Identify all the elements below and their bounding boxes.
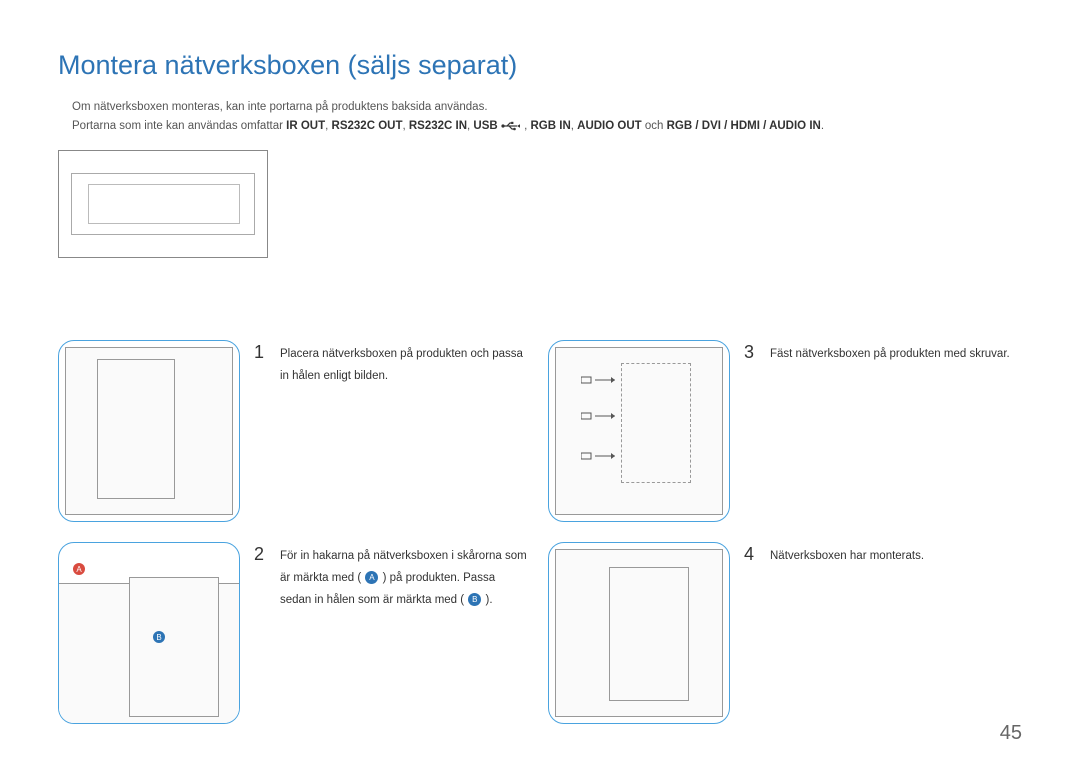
step-3-number: 3 — [744, 340, 760, 366]
note-line2: Portarna som inte kan användas omfattar … — [72, 118, 1022, 135]
step-4-number: 4 — [744, 542, 760, 568]
step-4-figure — [548, 542, 730, 724]
note-sep2: och — [645, 120, 667, 132]
badge-a-icon: A — [365, 571, 378, 584]
product-back-diagram — [58, 150, 268, 258]
port-irout: IR OUT — [286, 120, 325, 132]
screw-arrow-icon — [581, 375, 617, 385]
step-2: A B 2 För in hakarna på nätverksboxen i … — [58, 542, 528, 724]
port-rs232cout: RS232C OUT — [332, 120, 403, 132]
note-prefix: Portarna som inte kan användas omfattar — [72, 120, 286, 132]
note-line1: Om nätverksboxen monteras, kan inte port… — [72, 99, 1022, 116]
port-audioout: AUDIO OUT — [577, 120, 642, 132]
steps-grid: 1 Placera nätverksboxen på produkten och… — [58, 340, 1022, 724]
step-3: 3 Fäst nätverksboxen på produkten med sk… — [548, 340, 1018, 522]
step-1-figure — [58, 340, 240, 522]
usb-icon — [501, 121, 521, 131]
badge-b-icon: B — [468, 593, 481, 606]
screw-arrow-icon — [581, 411, 617, 421]
mark-a-icon: A — [73, 563, 85, 575]
note-suffix: . — [821, 120, 824, 132]
note-block: Om nätverksboxen monteras, kan inte port… — [58, 99, 1022, 136]
step-2-t3: ). — [486, 594, 493, 606]
step-2-number: 2 — [254, 542, 270, 612]
screw-arrow-icon — [581, 451, 617, 461]
step-1-number: 1 — [254, 340, 270, 388]
port-combo: RGB / DVI / HDMI / AUDIO IN — [667, 120, 821, 132]
port-usb: USB — [473, 120, 497, 132]
step-4-text: Nätverksboxen har monterats. — [770, 542, 924, 568]
port-rs232cin: RS232C IN — [409, 120, 467, 132]
step-1-text: Placera nätverksboxen på produkten och p… — [280, 340, 528, 388]
mark-b-icon: B — [153, 631, 165, 643]
port-rgbin: RGB IN — [531, 120, 571, 132]
step-2-figure: A B — [58, 542, 240, 724]
step-4: 4 Nätverksboxen har monterats. — [548, 542, 1018, 724]
step-2-text: För in hakarna på nätverksboxen i skåror… — [280, 542, 528, 612]
step-3-figure — [548, 340, 730, 522]
step-3-text: Fäst nätverksboxen på produkten med skru… — [770, 340, 1010, 366]
page-number: 45 — [1000, 722, 1022, 745]
step-1: 1 Placera nätverksboxen på produkten och… — [58, 340, 528, 522]
page-title: Montera nätverksboxen (säljs separat) — [58, 50, 1022, 81]
